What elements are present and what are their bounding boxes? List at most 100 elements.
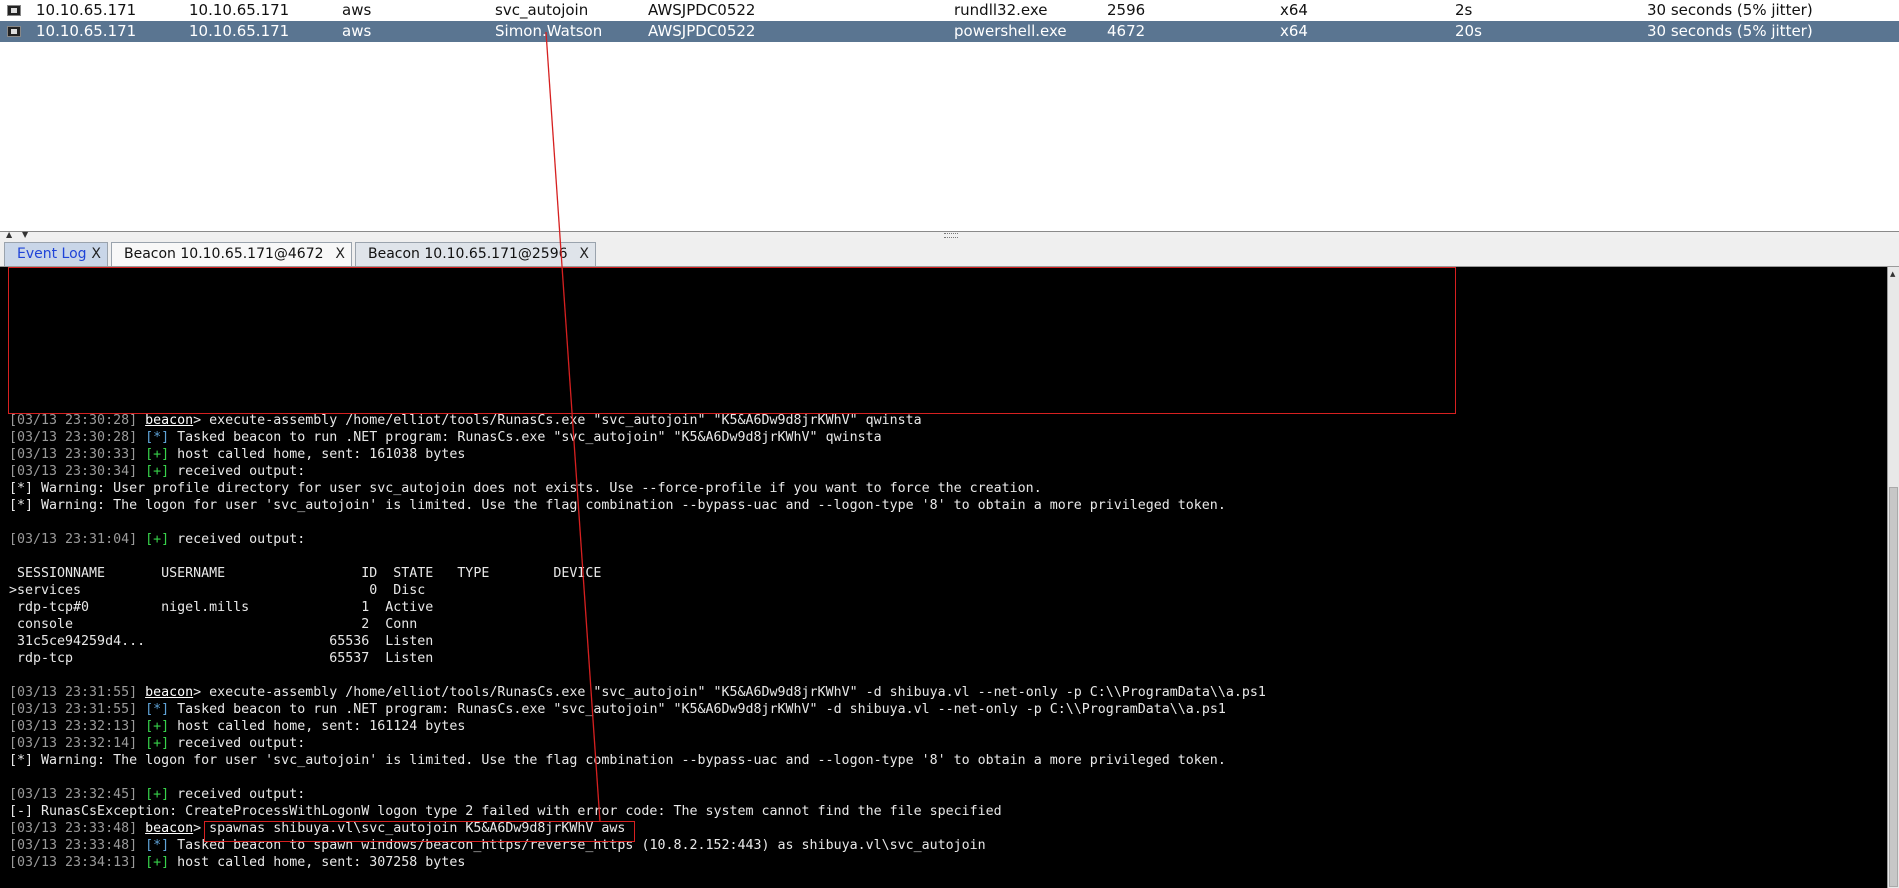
console-text: [*] Warning: The logon for user 'svc_aut…: [9, 753, 1226, 768]
tab-bar: Event Log X Beacon 10.10.65.171@4672 X B…: [0, 238, 1899, 267]
last-seen: 2s: [1455, 1, 1473, 19]
close-tab-icon[interactable]: X: [579, 243, 589, 265]
console-text: [+]: [145, 532, 170, 547]
console-text: rdp-tcp 65537 Listen: [9, 651, 434, 666]
internal-ip: 10.10.65.171: [189, 1, 290, 19]
pid: 4672: [1107, 22, 1146, 40]
tab-label: Beacon 10.10.65.171@4672: [124, 246, 324, 262]
process: powershell.exe: [954, 22, 1067, 40]
session-row[interactable]: 10.10.65.171 10.10.65.171 aws svc_autojo…: [0, 0, 1899, 21]
console-text: [03/13 23:30:33]: [9, 447, 146, 462]
console-line: [*] Warning: The logon for user 'svc_aut…: [9, 497, 1266, 514]
console-line: [03/13 23:31:04] [+] received output:: [9, 531, 1266, 548]
highlight-box: [204, 821, 635, 842]
tab-beacon-2596[interactable]: Beacon 10.10.65.171@2596 X: [355, 242, 596, 266]
console-line: [03/13 23:32:13] [+] host called home, s…: [9, 718, 1266, 735]
console-line: [03/13 23:30:28] beacon> execute-assembl…: [9, 412, 1266, 429]
user: Simon.Watson: [495, 22, 603, 40]
console-text: [03/13 23:30:34]: [9, 464, 146, 479]
pid: 2596: [1107, 1, 1146, 19]
close-tab-icon[interactable]: X: [91, 243, 101, 265]
console-text: [-] RunasCsException: CreateProcessWithL…: [9, 804, 1002, 819]
console-text: [*]: [145, 430, 170, 445]
console-text: [+]: [145, 447, 170, 462]
console-text: [03/13 23:31:55]: [9, 685, 146, 700]
sleep: 30 seconds (5% jitter): [1647, 22, 1813, 40]
console-text: [+]: [145, 787, 170, 802]
console-text: [+]: [145, 736, 170, 751]
listener: aws: [342, 1, 372, 19]
tab-label: Event Log: [17, 246, 87, 262]
console-line: [03/13 23:30:33] [+] host called home, s…: [9, 446, 1266, 463]
console-line: 31c5ce94259d4... 65536 Listen: [9, 633, 1266, 650]
console-text: received output:: [169, 532, 306, 547]
beacon-prompt: beacon: [145, 413, 194, 428]
console-text: SESSIONNAME USERNAME ID STATE TYPE DEVIC…: [9, 566, 602, 581]
sleep: 30 seconds (5% jitter): [1647, 1, 1813, 19]
console-text: [03/13 23:30:28]: [9, 430, 146, 445]
beacon-prompt: beacon: [145, 685, 194, 700]
external-ip: 10.10.65.171: [36, 22, 137, 40]
console-text: [03/13 23:34:13]: [9, 855, 146, 870]
console-line: [03/13 23:30:34] [+] received output:: [9, 463, 1266, 480]
scrollbar-thumb[interactable]: [1889, 487, 1898, 887]
computer: AWSJPDC0522: [648, 1, 756, 19]
pane-splitter[interactable]: ▲ ▼: [0, 231, 1899, 239]
console-text: host called home, sent: 161038 bytes: [169, 447, 466, 462]
tab-event-log[interactable]: Event Log X: [4, 242, 108, 266]
console-line: [-] RunasCsException: CreateProcessWithL…: [9, 803, 1266, 820]
session-row-selected[interactable]: 10.10.65.171 10.10.65.171 aws Simon.Wats…: [0, 21, 1899, 42]
console-line: [03/13 23:31:55] [*] Tasked beacon to ru…: [9, 701, 1266, 718]
arch: x64: [1280, 1, 1308, 19]
process: rundll32.exe: [954, 1, 1048, 19]
console-text: [*]: [145, 838, 170, 853]
console-scrollbar[interactable]: ▲: [1887, 267, 1899, 888]
console-text: [03/13 23:30:28]: [9, 413, 146, 428]
console-text: > execute-assembly /home/elliot/tools/Ru…: [193, 685, 1266, 700]
console-text: rdp-tcp#0 nigel.mills 1 Active: [9, 600, 434, 615]
console-line: [03/13 23:33:48] beacon> spawnas shibuya…: [9, 820, 1266, 837]
console-line: rdp-tcp 65537 Listen: [9, 650, 1266, 667]
console-text: [+]: [145, 464, 170, 479]
console-text: 31c5ce94259d4... 65536 Listen: [9, 634, 434, 649]
arch: x64: [1280, 22, 1308, 40]
console-line: [03/13 23:30:28] [*] Tasked beacon to ru…: [9, 429, 1266, 446]
console-text: host called home, sent: 307258 bytes: [169, 855, 466, 870]
console-text: received output:: [169, 787, 306, 802]
redaction-box: [8, 267, 1456, 414]
console-text: [+]: [145, 855, 170, 870]
listener: aws: [342, 22, 372, 40]
console-line: SESSIONNAME USERNAME ID STATE TYPE DEVIC…: [9, 565, 1266, 582]
console-text: > execute-assembly /home/elliot/tools/Ru…: [193, 413, 922, 428]
tab-beacon-4672[interactable]: Beacon 10.10.65.171@4672 X: [111, 242, 352, 266]
console-text: [03/13 23:31:04]: [9, 532, 146, 547]
console-line: [*] Warning: User profile directory for …: [9, 480, 1266, 497]
console-line: [*] Warning: The logon for user 'svc_aut…: [9, 752, 1266, 769]
console-line: rdp-tcp#0 nigel.mills 1 Active: [9, 599, 1266, 616]
console-text: [03/13 23:32:13]: [9, 719, 146, 734]
console-text: [03/13 23:32:14]: [9, 736, 146, 751]
console-text: console 2 Conn: [9, 617, 418, 632]
console-text: received output:: [169, 736, 306, 751]
close-tab-icon[interactable]: X: [335, 243, 345, 265]
console-text: [*]: [145, 702, 170, 717]
console-text: >services 0 Disc: [9, 583, 426, 598]
last-seen: 20s: [1455, 22, 1482, 40]
console-output: [03/13 23:30:28] beacon> execute-assembl…: [9, 412, 1266, 871]
scroll-up-arrow-icon[interactable]: ▲: [1890, 270, 1895, 278]
console-line: [03/13 23:31:55] beacon> execute-assembl…: [9, 684, 1266, 701]
console-text: [03/13 23:33:48]: [9, 821, 146, 836]
console-line: >services 0 Disc: [9, 582, 1266, 599]
tab-label: Beacon 10.10.65.171@2596: [368, 246, 568, 262]
console-line: [03/13 23:32:14] [+] received output:: [9, 735, 1266, 752]
external-ip: 10.10.65.171: [36, 1, 137, 19]
beacon-prompt: beacon: [145, 821, 194, 836]
beacon-session-icon: [7, 5, 21, 16]
console-line: [03/13 23:33:48] [*] Tasked beacon to sp…: [9, 837, 1266, 854]
console-text: [*] Warning: User profile directory for …: [9, 481, 1042, 496]
computer: AWSJPDC0522: [648, 22, 756, 40]
